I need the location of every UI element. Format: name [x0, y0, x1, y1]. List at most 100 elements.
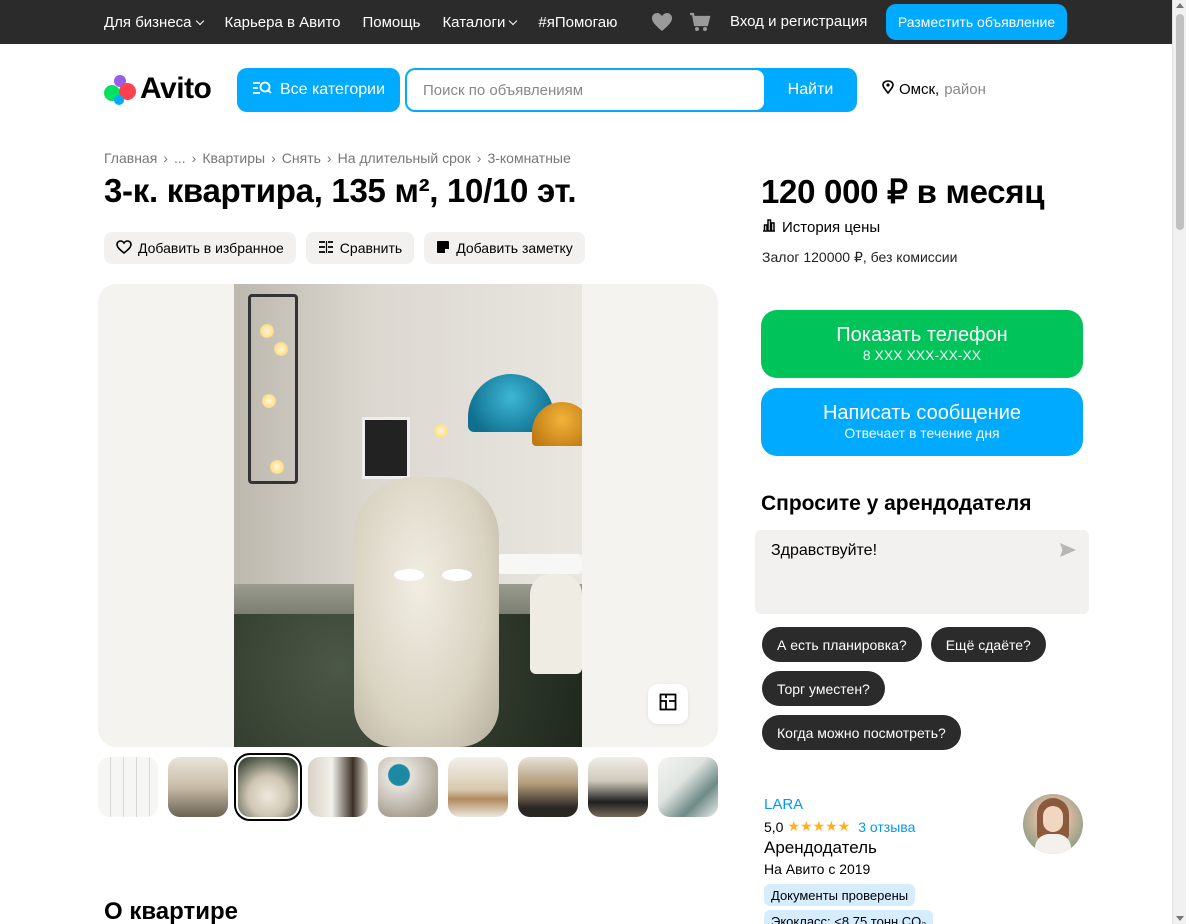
- compare-label: Сравнить: [339, 240, 403, 256]
- floor-plan-button[interactable]: [648, 684, 688, 724]
- note-icon: [436, 240, 450, 257]
- message-input[interactable]: Здравствуйте!: [755, 530, 1055, 614]
- nav-catalogs[interactable]: Каталоги: [442, 13, 518, 31]
- scroll-up-arrow[interactable]: [1176, 3, 1184, 8]
- breadcrumb: Главная › ... › Квартиры › Снять › На длител…: [104, 150, 571, 166]
- main-photo[interactable]: [234, 284, 582, 747]
- show-phone-button[interactable]: Показать телефон 8 XXX XXX-XX-XX: [761, 310, 1083, 378]
- documents-verified-badge: Документы проверены: [764, 884, 916, 906]
- seller-role: Арендодатель: [764, 838, 877, 857]
- logo-text: Avito: [140, 72, 212, 105]
- breadcrumb-item[interactable]: Квартиры: [202, 150, 265, 166]
- nav-catalogs-label: Каталоги: [442, 13, 506, 31]
- avito-logo[interactable]: Avito: [104, 72, 212, 106]
- add-note-label: Добавить заметку: [456, 240, 573, 256]
- thumbnail[interactable]: [588, 757, 648, 817]
- write-message-label: Написать сообщение: [822, 402, 1021, 424]
- nav-career[interactable]: Карьера в Авито: [225, 14, 341, 31]
- nav-for-business-label: Для бизнеса: [104, 13, 192, 31]
- quick-question-chip[interactable]: Когда можно посмотреть?: [762, 715, 961, 750]
- send-icon[interactable]: [1059, 542, 1077, 563]
- nav-i-help[interactable]: #яПомогаю: [538, 14, 617, 31]
- thumbnail-active[interactable]: [234, 753, 302, 821]
- thumbnail[interactable]: [98, 757, 158, 817]
- scroll-down-arrow[interactable]: [1176, 916, 1184, 921]
- nav-i-help-label: #яПомогаю: [538, 13, 618, 31]
- reviews-link[interactable]: 3 отзыва: [858, 819, 915, 835]
- price-history-link[interactable]: История цены: [762, 218, 880, 236]
- nav-for-business[interactable]: Для бизнеса: [104, 13, 204, 31]
- logo-dots-icon: [104, 73, 136, 105]
- seller-since: На Авито с 2019: [764, 861, 871, 877]
- top-icons: [650, 10, 712, 39]
- breadcrumb-separator: ›: [271, 150, 276, 166]
- breadcrumb-item[interactable]: ...: [174, 150, 186, 166]
- write-message-button[interactable]: Написать сообщение Отвечает в течение дн…: [761, 388, 1083, 456]
- thumbnail[interactable]: [658, 757, 718, 817]
- deposit-info: Залог 120000 ₽, без комиссии: [762, 249, 958, 265]
- seller-name[interactable]: LARA: [764, 796, 803, 813]
- chevron-down-icon: [509, 16, 518, 25]
- thumbnail[interactable]: [308, 757, 368, 817]
- all-categories-label: Все категории: [279, 81, 386, 98]
- heart-icon[interactable]: [650, 10, 674, 39]
- thumbnail[interactable]: [168, 757, 228, 817]
- floor-plan-icon: [659, 693, 677, 716]
- about-apartment-heading: О квартире: [104, 898, 238, 924]
- thumbnail[interactable]: [378, 757, 438, 817]
- cart-icon[interactable]: [688, 10, 712, 39]
- eco-class-badge: Экокласс: <8,75 тонн CO₂: [764, 910, 934, 924]
- show-phone-label: Показать телефон: [836, 324, 1008, 346]
- add-note-button[interactable]: Добавить заметку: [424, 232, 585, 264]
- price: 120 000 ₽ в месяц: [761, 173, 1045, 210]
- nav-help[interactable]: Помощь: [363, 14, 421, 31]
- nav-career-label: Карьера в Авито: [224, 13, 341, 31]
- breadcrumb-separator: ›: [326, 150, 332, 166]
- quick-question-chip[interactable]: А есть планировка?: [762, 627, 922, 662]
- breadcrumb-separator: ›: [163, 150, 168, 166]
- chevron-down-icon: [195, 16, 204, 25]
- city-name: Омск,: [899, 80, 940, 98]
- search-bar: Найти: [405, 68, 857, 112]
- top-nav: Для бизнеса Карьера в Авито Помощь Катал…: [104, 0, 639, 44]
- scrollbar-thumb[interactable]: [1176, 14, 1184, 230]
- breadcrumb-item[interactable]: Снять: [282, 150, 321, 166]
- breadcrumb-separator: ›: [476, 150, 482, 166]
- ask-landlord-heading: Спросите у арендодателя: [761, 492, 1032, 515]
- breadcrumb-item[interactable]: Главная: [104, 150, 157, 166]
- all-categories-button[interactable]: Все категории: [237, 68, 400, 112]
- compare-button[interactable]: Сравнить: [305, 232, 415, 264]
- heart-outline-icon: [116, 239, 132, 257]
- nav-help-label: Помощь: [362, 13, 421, 31]
- scrollbar[interactable]: [1172, 0, 1186, 924]
- chart-bars-icon: [762, 218, 776, 236]
- search-input[interactable]: [407, 70, 764, 110]
- thumbnail[interactable]: [518, 757, 578, 817]
- quick-question-chip[interactable]: Ещё сдаёте?: [930, 627, 1046, 662]
- photo-gallery[interactable]: [98, 284, 718, 747]
- location-pin-icon: [882, 80, 894, 98]
- quick-question-chip[interactable]: Торг уместен?: [762, 671, 885, 706]
- response-time: Отвечает в течение дня: [844, 425, 1000, 441]
- district-link[interactable]: район: [944, 81, 986, 98]
- price-history-label: История цены: [782, 218, 881, 236]
- thumbnail-strip: [98, 753, 718, 821]
- compare-icon: [318, 240, 334, 257]
- rating-stars-icon: ★★★★★: [787, 818, 851, 834]
- listing-actions: Добавить в избранное Сравнить Добавить з…: [104, 232, 585, 264]
- login-link[interactable]: Вход и регистрация: [730, 0, 867, 44]
- post-ad-button[interactable]: Разместить объявление: [886, 4, 1067, 40]
- breadcrumb-item[interactable]: 3-комнатные: [487, 150, 570, 166]
- breadcrumb-item[interactable]: На длительный срок: [338, 150, 471, 166]
- seller-rating: 5,0 ★★★★★ 3 отзыва: [764, 818, 915, 835]
- ask-landlord-box: Здравствуйте!: [755, 530, 1089, 614]
- seller-avatar[interactable]: [1023, 794, 1083, 854]
- top-navbar: Для бизнеса Карьера в Авито Помощь Катал…: [0, 0, 1172, 44]
- categories-icon: [252, 80, 272, 101]
- search-button[interactable]: Найти: [764, 68, 857, 112]
- thumbnail[interactable]: [448, 757, 508, 817]
- phone-mask: 8 XXX XXX-XX-XX: [862, 347, 982, 363]
- rating-value: 5,0: [764, 818, 784, 835]
- location-selector[interactable]: Омск, район: [882, 80, 986, 98]
- add-to-favorites-button[interactable]: Добавить в избранное: [104, 232, 296, 264]
